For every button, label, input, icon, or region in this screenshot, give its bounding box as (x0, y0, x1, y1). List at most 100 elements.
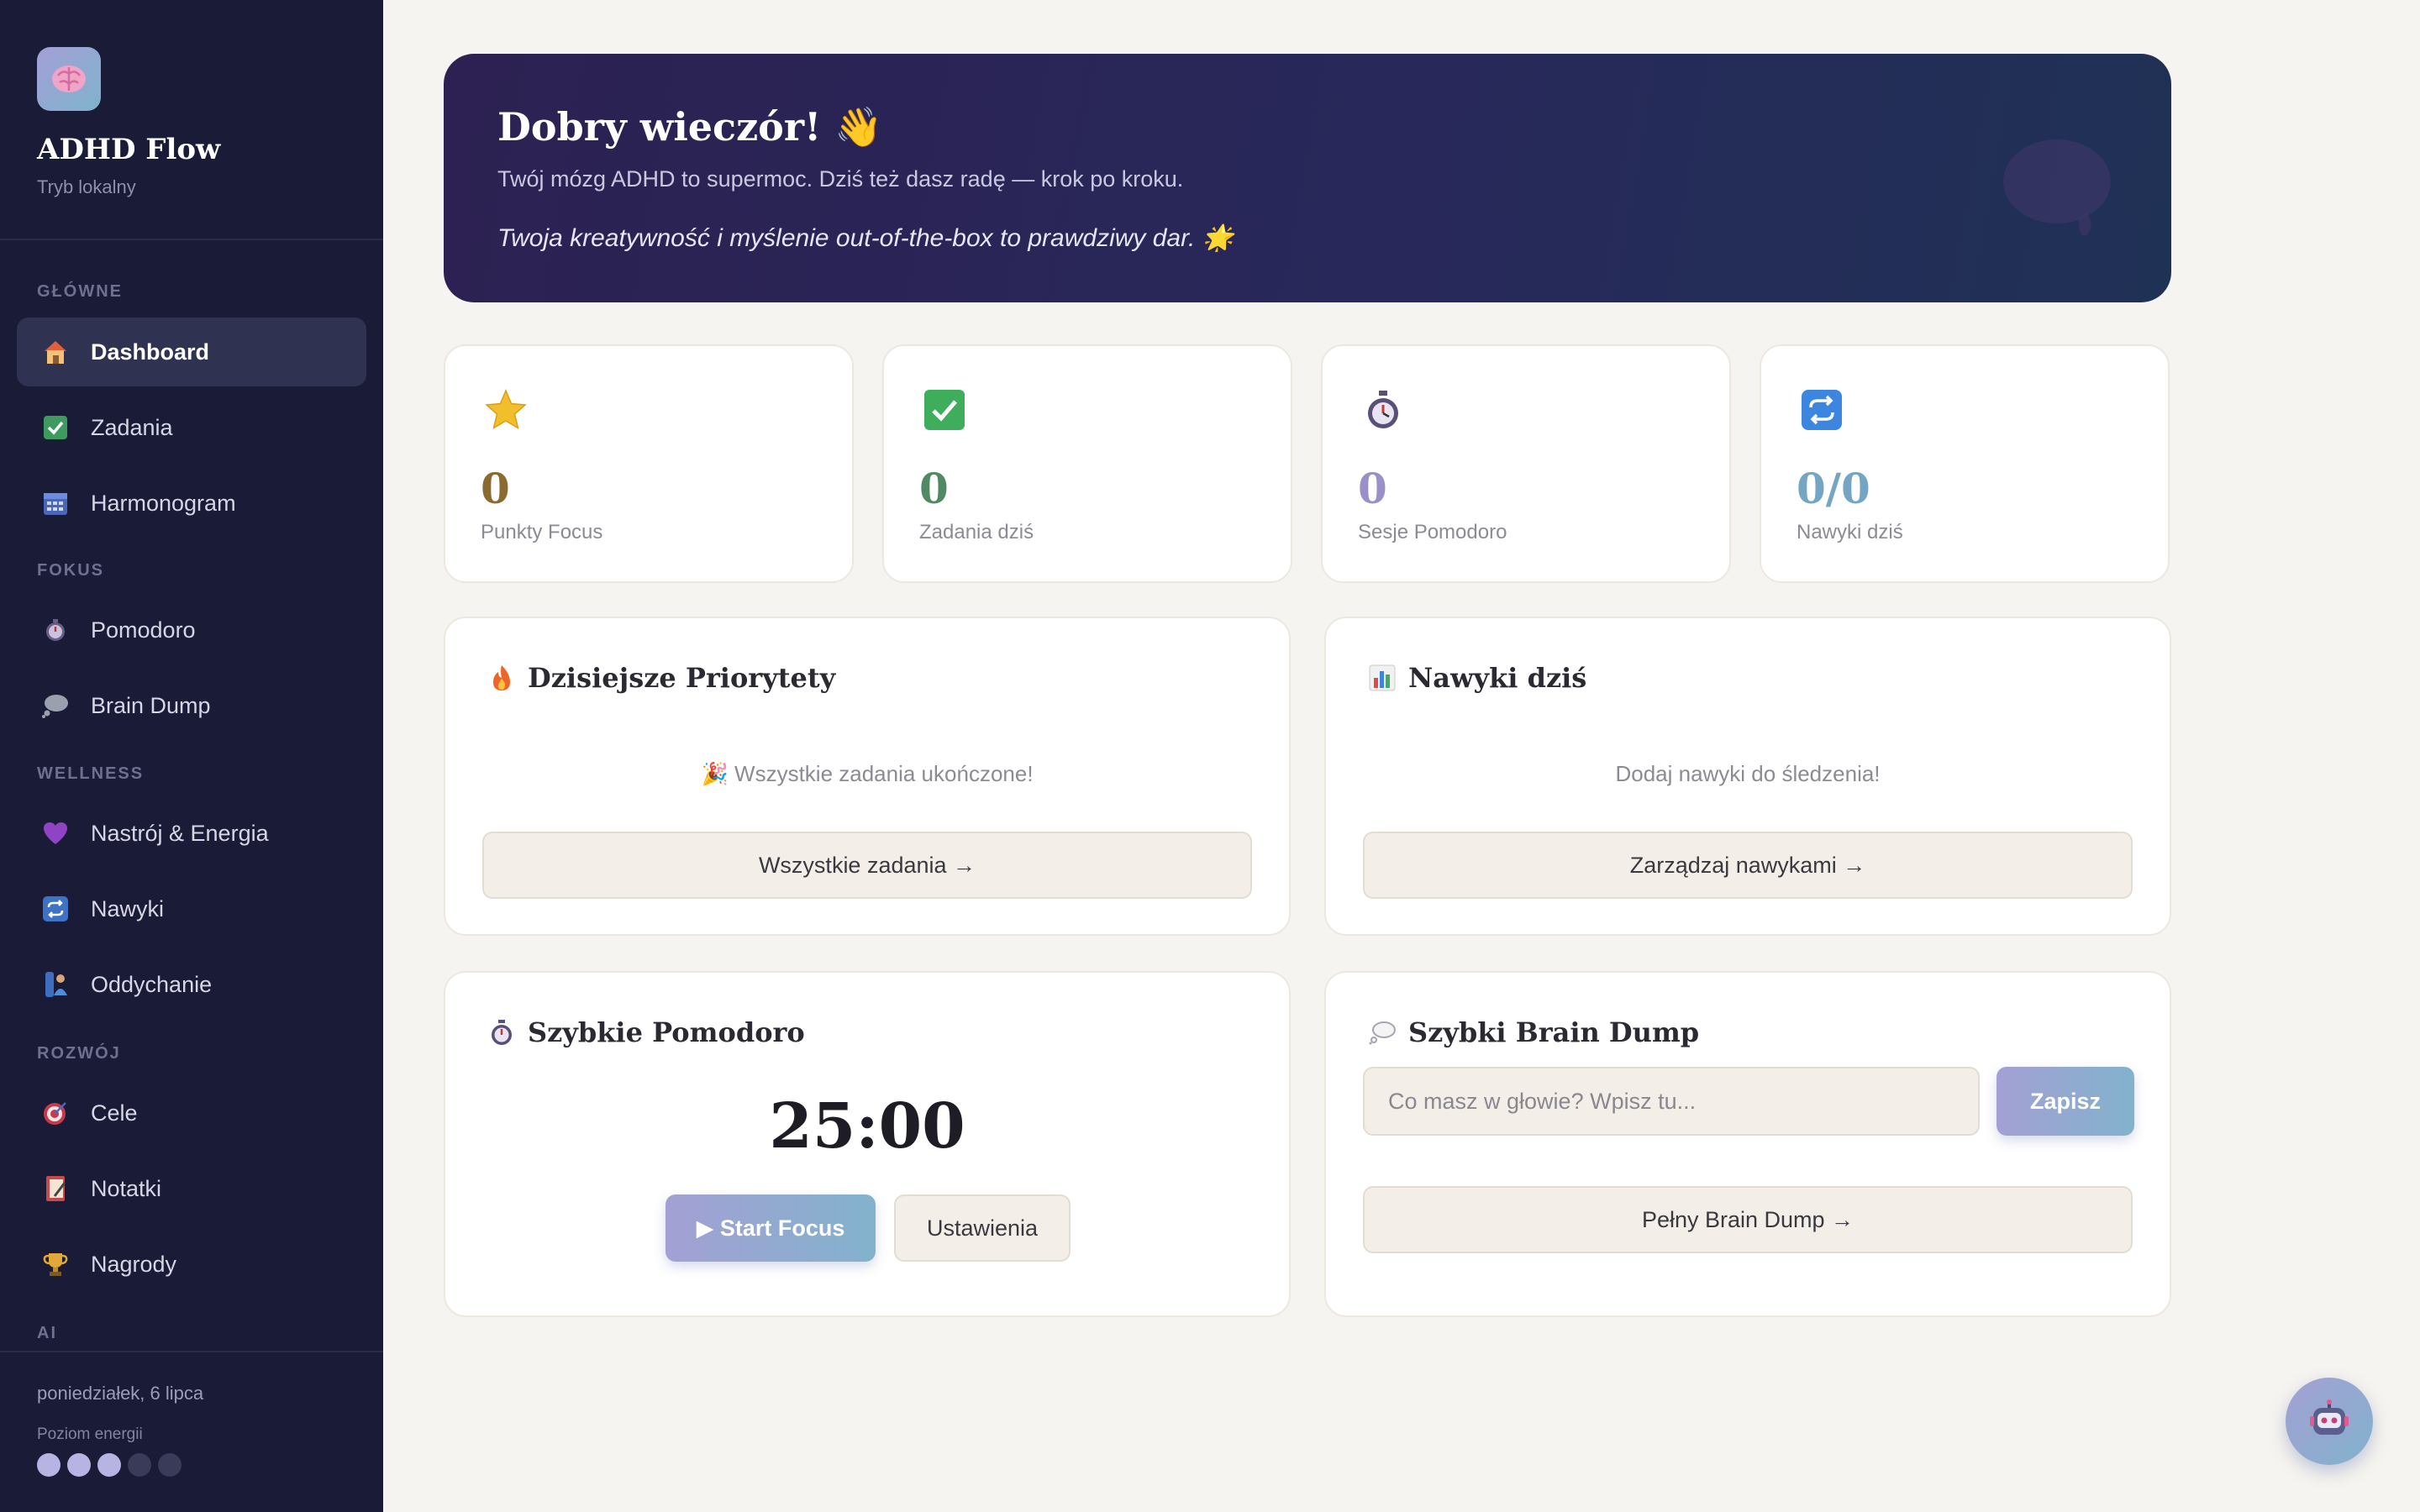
timer-display: 25:00 (769, 1090, 965, 1163)
sidebar-item-notes[interactable]: Notatki (17, 1154, 366, 1223)
stopwatch-icon (487, 1018, 516, 1047)
sidebar: ADHD Flow Tryb lokalny GŁÓWNE Dashboard … (0, 0, 383, 1512)
repeat-icon (1800, 388, 1844, 432)
greeting-title: Dobry wieczór! 👋 (497, 104, 883, 150)
target-icon (40, 1098, 71, 1128)
all-tasks-button[interactable]: Wszystkie zadania → (482, 832, 1252, 899)
sidebar-item-label: Nagrody (91, 1251, 177, 1277)
card-title: Szybki Brain Dump (1368, 1016, 1699, 1048)
heart-icon (40, 818, 71, 848)
habits-title: Nawyki dziś (1408, 662, 1587, 694)
motivational-quote: Twoja kreatywność i myślenie out-of-the-… (497, 224, 1234, 252)
sidebar-item-label: Oddychanie (91, 971, 213, 997)
brain-dump-input[interactable] (1363, 1067, 1980, 1136)
stat-card-habits-today: 0/0 Nawyki dziś (1760, 344, 2170, 583)
bar-chart-icon (1368, 664, 1397, 692)
sidebar-item-breathing[interactable]: Oddychanie (17, 950, 366, 1019)
card-title: Dzisiejsze Priorytety (487, 662, 835, 694)
sidebar-item-pomodoro[interactable]: Pomodoro (17, 596, 366, 664)
stat-label: Punkty Focus (481, 521, 603, 543)
sidebar-item-tasks[interactable]: Zadania (17, 393, 366, 462)
section-label-growth: ROZWÓJ (37, 1044, 121, 1063)
sidebar-item-label: Dashboard (91, 339, 210, 365)
stat-label: Sesje Pomodoro (1358, 521, 1507, 543)
divider (0, 239, 383, 240)
section-label-wellness: WELLNESS (37, 764, 145, 783)
sidebar-item-label: Zadania (91, 414, 173, 440)
checkbox-icon (923, 388, 966, 432)
repeat-icon (40, 894, 71, 924)
sidebar-item-schedule[interactable]: Harmonogram (17, 469, 366, 538)
app-title: ADHD Flow (37, 133, 221, 166)
sidebar-item-goals[interactable]: Cele (17, 1079, 366, 1147)
sidebar-item-rewards[interactable]: Nagrody (17, 1230, 366, 1299)
empty-state-message: 🎉 Wszystkie zadania ukończone! (701, 761, 1034, 786)
quick-brain-dump-card: Szybki Brain Dump Zapisz Pełny Brain Dum… (1324, 971, 2171, 1317)
house-icon (40, 337, 71, 367)
stat-label: Zadania dziś (919, 521, 1034, 543)
energy-level-indicator[interactable] (37, 1453, 182, 1477)
habits-card: Nawyki dziś Dodaj nawyki do śledzenia! Z… (1324, 617, 2171, 936)
sidebar-item-label: Brain Dump (91, 692, 211, 718)
stat-card-tasks-today: 0 Zadania dziś (882, 344, 1292, 583)
sidebar-item-label: Harmonogram (91, 490, 236, 516)
trophy-icon (40, 1249, 71, 1279)
robot-icon (2308, 1399, 2350, 1444)
quick-pomodoro-title: Szybkie Pomodoro (528, 1016, 805, 1048)
energy-dot[interactable] (97, 1453, 121, 1477)
app-subtitle: Tryb lokalny (37, 176, 136, 197)
notebook-icon (40, 1173, 71, 1204)
sidebar-item-label: Pomodoro (91, 617, 196, 643)
meditation-icon (40, 969, 71, 1000)
sidebar-item-habits[interactable]: Nawyki (17, 874, 366, 943)
energy-dot[interactable] (37, 1453, 60, 1477)
sidebar-item-label: Notatki (91, 1175, 162, 1201)
settings-button[interactable]: Ustawienia (894, 1194, 1071, 1262)
sidebar-item-label: Cele (91, 1100, 138, 1126)
sidebar-item-dashboard[interactable]: Dashboard (17, 318, 366, 386)
save-button[interactable]: Zapisz (1996, 1067, 2134, 1136)
star-icon (484, 388, 528, 432)
section-label-ai: AI (37, 1324, 57, 1342)
brain-icon (37, 47, 101, 111)
card-title: Nawyki dziś (1368, 662, 1586, 694)
stopwatch-icon (1361, 388, 1405, 432)
stat-card-focus-points: 0 Punkty Focus (444, 344, 854, 583)
stat-value: 0 (919, 464, 949, 513)
sidebar-item-label: Nawyki (91, 895, 165, 921)
stat-value: 0 (1358, 464, 1387, 513)
stat-value: 0 (481, 464, 510, 513)
quick-brain-dump-title: Szybki Brain Dump (1408, 1016, 1700, 1048)
divider (0, 1351, 383, 1352)
priorities-title: Dzisiejsze Priorytety (528, 662, 836, 694)
ai-assistant-button[interactable] (2286, 1378, 2373, 1465)
greeting-banner: Dobry wieczór! 👋 Twój mózg ADHD to super… (444, 54, 2171, 302)
timer-icon (40, 615, 71, 645)
energy-dot[interactable] (67, 1453, 91, 1477)
sidebar-item-brain-dump[interactable]: Brain Dump (17, 671, 366, 740)
thought-bubble-icon (1368, 1018, 1397, 1047)
calendar-icon (40, 488, 71, 518)
sidebar-item-label: Nastrój & Energia (91, 820, 269, 846)
app-logo (37, 47, 101, 111)
empty-state-message: Dodaj nawyki do śledzenia! (1615, 761, 1881, 786)
quick-pomodoro-card: Szybkie Pomodoro 25:00 ▶ Start Focus Ust… (444, 971, 1291, 1317)
checkbox-icon (40, 412, 71, 443)
thought-bubble-icon (40, 690, 71, 721)
stat-label: Nawyki dziś (1797, 521, 1903, 543)
greeting-subtitle: Twój mózg ADHD to supermoc. Dziś też das… (497, 166, 1184, 192)
sidebar-item-mood[interactable]: Nastrój & Energia (17, 799, 366, 868)
energy-dot[interactable] (128, 1453, 151, 1477)
manage-habits-button[interactable]: Zarządzaj nawykami → (1363, 832, 2133, 899)
start-focus-button[interactable]: ▶ Start Focus (666, 1194, 876, 1262)
section-label-focus: FOKUS (37, 561, 104, 580)
full-brain-dump-button[interactable]: Pełny Brain Dump → (1363, 1186, 2133, 1253)
stat-value: 0/0 (1797, 464, 1870, 513)
card-title: Szybkie Pomodoro (487, 1016, 805, 1048)
brain-icon (1998, 134, 2116, 239)
stat-card-pomodoro-sessions: 0 Sesje Pomodoro (1321, 344, 1731, 583)
energy-label: Poziom energii (37, 1425, 143, 1443)
energy-dot[interactable] (158, 1453, 182, 1477)
section-label-main: GŁÓWNE (37, 282, 123, 301)
fire-icon (487, 664, 516, 692)
